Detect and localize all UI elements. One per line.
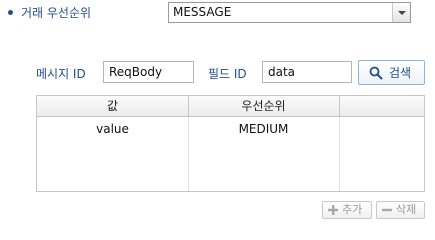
minus-icon <box>382 208 392 212</box>
cell-value[interactable]: value <box>37 119 188 139</box>
message-id-input[interactable]: ReqBody <box>103 61 194 83</box>
header-divider <box>339 96 340 117</box>
search-button-label: 검색 <box>389 66 412 80</box>
priority-row: 거래 우선순위 MESSAGE <box>0 0 435 28</box>
delete-button-label: 삭제 <box>396 204 417 216</box>
priority-select-value: MESSAGE <box>173 5 232 19</box>
search-row: 메시지 ID ReqBody 필드 ID data 검색 <box>0 60 435 86</box>
field-id-label: 필드 ID <box>208 67 247 81</box>
cell-priority[interactable]: MEDIUM <box>188 119 339 139</box>
chevron-down-icon[interactable] <box>392 3 410 22</box>
search-button[interactable]: 검색 <box>358 60 425 85</box>
column-header-priority[interactable]: 우선순위 <box>188 96 339 116</box>
field-id-input[interactable]: data <box>262 61 352 83</box>
table-row[interactable]: value MEDIUM <box>37 119 424 139</box>
grid-header: 값 우선순위 <box>37 96 424 117</box>
search-icon <box>369 66 383 80</box>
priority-label: 거래 우선순위 <box>21 6 92 20</box>
priority-select[interactable]: MESSAGE <box>168 2 411 23</box>
delete-button[interactable]: 삭제 <box>376 201 425 219</box>
column-header-value[interactable]: 값 <box>37 96 188 116</box>
add-button[interactable]: 추가 <box>322 201 372 219</box>
add-button-label: 추가 <box>342 204 363 216</box>
bullet-icon <box>8 10 13 15</box>
message-id-label: 메시지 ID <box>36 67 86 81</box>
plus-icon <box>328 205 338 215</box>
priority-grid: 값 우선순위 value MEDIUM <box>36 95 425 192</box>
